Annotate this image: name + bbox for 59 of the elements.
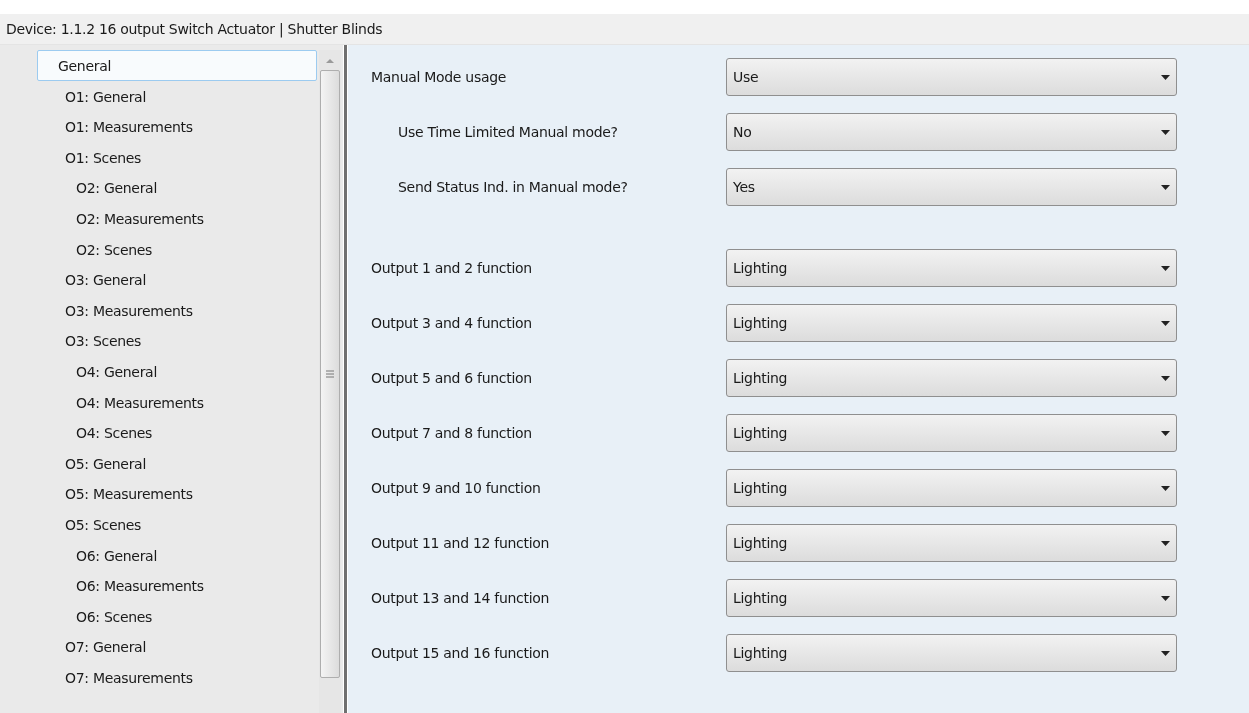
dropdown[interactable]: Lighting [726,249,1177,287]
scroll-thumb[interactable] [320,70,340,678]
tree-item[interactable]: O1: Measurements [37,111,317,142]
dropdown[interactable]: Lighting [726,359,1177,397]
tree-item[interactable]: O6: Scenes [37,600,317,632]
tree-item[interactable]: O1: General [37,80,317,112]
setting-label: Send Status Ind. in Manual mode? [397,179,629,195]
tree-item[interactable]: General [37,50,317,81]
setting-label: Output 3 and 4 function [371,315,533,331]
tree-item[interactable]: O2: Measurements [37,202,317,234]
dropdown[interactable]: No [726,113,1177,151]
tree-item[interactable]: O2: Scenes [37,233,317,265]
setting-label: Output 7 and 8 function [371,425,533,441]
setting-label: Manual Mode usage [371,69,508,85]
caret-icon [1161,430,1170,436]
setting-label: Use Time Limited Manual mode? [397,124,619,140]
dropdown[interactable]: Lighting [726,634,1177,672]
tree-item[interactable]: O4: General [37,355,317,387]
caret-icon [1161,485,1170,491]
tree-item[interactable]: O6: General [37,539,317,571]
dropdown[interactable]: Lighting [726,414,1177,452]
caret-icon [1161,184,1170,190]
tree-item[interactable]: O4: Measurements [37,386,317,418]
setting-label: Output 1 and 2 function [371,260,533,276]
caret-icon [1161,375,1170,381]
dropdown[interactable]: Yes [726,168,1177,206]
setting-label: Output 9 and 10 function [371,480,542,496]
caret-icon [1161,595,1170,601]
caret-icon [1161,320,1170,326]
caret-icon [1161,129,1170,135]
dropdown[interactable]: Lighting [726,579,1177,617]
setting-label: Output 15 and 16 function [371,645,551,661]
tree-item[interactable]: O5: General [37,447,317,479]
caret-icon [1161,650,1170,656]
grip-icon [326,370,334,378]
scrollbar[interactable] [319,50,341,713]
tree-item[interactable]: O7: General [37,631,317,662]
tree-item[interactable]: O5: Measurements [37,478,317,509]
tree-item[interactable]: O1: Scenes [37,141,317,173]
setting-label: Output 11 and 12 function [371,535,551,551]
tree-item[interactable]: O3: General [37,264,317,295]
caret-icon [1161,74,1170,80]
setting-label: Output 13 and 14 function [371,590,551,606]
tree-item[interactable]: O6: Measurements [37,570,317,601]
dropdown[interactable]: Lighting [726,524,1177,562]
tree-item[interactable]: O5: Scenes [37,508,317,540]
caret-icon [1161,265,1170,271]
device-title: Device: 1.1.2 16 output Switch Actuator | Shutter Blinds [6,21,383,37]
dropdown[interactable]: Lighting [726,304,1177,342]
caret-icon [1161,540,1170,546]
tree-item[interactable]: O3: Measurements [37,294,317,326]
dropdown[interactable]: Lighting [726,469,1177,507]
tree-item[interactable]: O7: Measurements [37,661,317,693]
tree-item[interactable]: O3: Scenes [37,325,317,356]
scroll-up-icon[interactable] [326,58,334,63]
tree-item[interactable]: O4: Scenes [37,417,317,448]
tree-item[interactable]: O2: General [37,172,317,203]
dropdown[interactable]: Use [726,58,1177,96]
setting-label: Output 5 and 6 function [371,370,533,386]
